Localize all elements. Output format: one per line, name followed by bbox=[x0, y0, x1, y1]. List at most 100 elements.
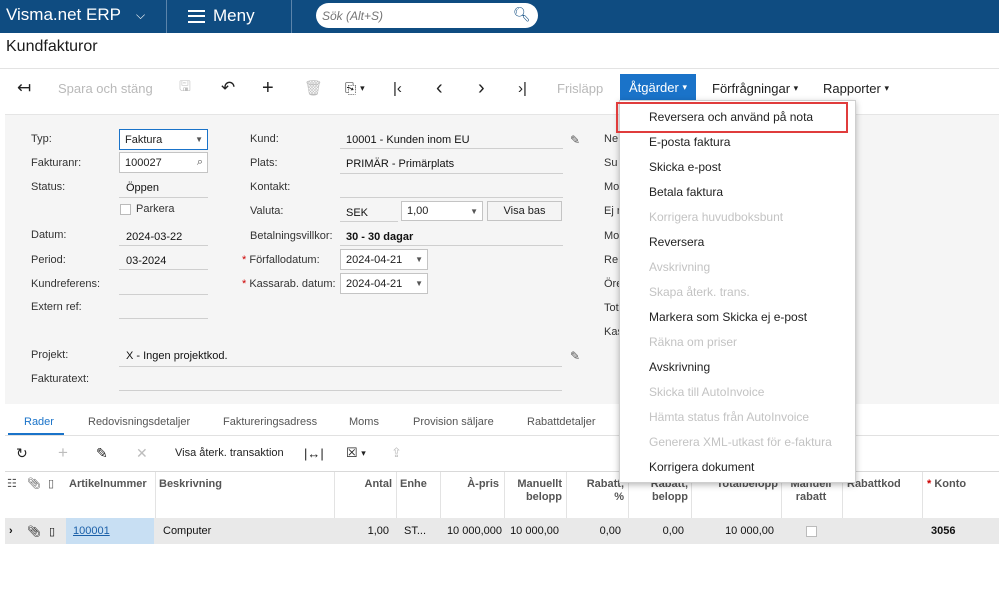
reports-button[interactable]: Rapporter ▾ bbox=[823, 74, 889, 102]
inquiries-button[interactable]: Förfrågningar ▾ bbox=[712, 74, 798, 102]
column-header-unit[interactable]: Enhe bbox=[400, 478, 427, 491]
actions-menu-item[interactable]: Betala faktura bbox=[649, 185, 723, 199]
row-selector-icon[interactable]: › bbox=[9, 525, 13, 537]
delete-row-icon[interactable]: ✕ bbox=[136, 442, 148, 464]
delete-icon[interactable]: 🗑︎ bbox=[304, 74, 323, 102]
add-icon[interactable]: + bbox=[262, 74, 274, 102]
actions-button[interactable]: Åtgärder ▾ bbox=[620, 74, 696, 101]
period-field[interactable]: 03-2024 bbox=[126, 255, 166, 267]
view-base-button[interactable]: Visa bas bbox=[487, 201, 562, 221]
chevron-down-icon[interactable]: ⌵ bbox=[136, 8, 145, 23]
right-label: Mo bbox=[604, 181, 620, 193]
tab-billing-address[interactable]: Faktureringsadress bbox=[223, 416, 317, 428]
divider bbox=[922, 472, 923, 518]
inquiries-label: Förfrågningar bbox=[712, 80, 791, 96]
chevron-down-icon: ▾ bbox=[682, 82, 688, 92]
item-link[interactable]: 100001 bbox=[73, 525, 110, 537]
tab-rows[interactable]: Rader bbox=[24, 416, 54, 428]
unit-price-cell[interactable]: 10 000,000 bbox=[442, 525, 502, 537]
column-header-description[interactable]: Beskrivning bbox=[159, 478, 222, 491]
type-select[interactable]: Faktura ▼ bbox=[119, 129, 208, 150]
actions-menu-item: Avskrivning bbox=[649, 260, 711, 274]
description-cell[interactable]: Computer bbox=[163, 525, 211, 537]
location-field[interactable]: PRIMÄR - Primärplats bbox=[346, 158, 454, 170]
save-close-button[interactable]: Spara och stäng bbox=[58, 74, 153, 102]
external-ref-field[interactable] bbox=[119, 318, 208, 319]
edit-icon[interactable]: ✎ bbox=[96, 442, 108, 464]
highlight-box bbox=[616, 102, 848, 133]
total-cell[interactable]: 10 000,00 bbox=[695, 525, 774, 537]
cash-discount-date-field[interactable]: 2024-04-21 ▼ bbox=[340, 273, 428, 294]
tab-discount-details[interactable]: Rabattdetaljer bbox=[527, 416, 596, 428]
edit-icon[interactable]: ✎ bbox=[570, 133, 580, 147]
actions-menu-item[interactable]: E-posta faktura bbox=[649, 135, 730, 149]
search-icon[interactable]: 🔍︎ bbox=[513, 6, 531, 23]
search-input[interactable] bbox=[316, 3, 538, 28]
discount-percent-cell[interactable]: 0,00 bbox=[570, 525, 621, 537]
upload-icon[interactable]: ⇪ bbox=[391, 442, 402, 464]
attachment-icon[interactable]: 📎︎ bbox=[27, 525, 41, 538]
edit-icon[interactable]: ✎ bbox=[570, 349, 580, 363]
invoice-no-field[interactable]: 100027 ⌕ bbox=[119, 152, 208, 173]
due-date-value: 2024-04-21 bbox=[346, 253, 403, 266]
copy-paste-icon[interactable]: ⎘ ▾ bbox=[345, 74, 365, 102]
actions-menu-item[interactable]: Reversera bbox=[649, 235, 704, 249]
next-icon[interactable]: › bbox=[478, 74, 485, 102]
release-button[interactable]: Frisläpp bbox=[557, 74, 603, 102]
menu-button[interactable]: Meny bbox=[188, 6, 255, 26]
cash-discount-date-label: * Kassarab. datum: bbox=[242, 278, 336, 290]
tab-commission[interactable]: Provision säljare bbox=[413, 416, 494, 428]
column-header-manual-amount[interactable]: Manuellt belopp bbox=[508, 478, 562, 504]
column-header-item[interactable]: Artikelnummer bbox=[69, 478, 147, 491]
actions-menu-item[interactable]: Avskrivning bbox=[649, 360, 710, 374]
discount-amount-cell[interactable]: 0,00 bbox=[632, 525, 684, 537]
terms-field[interactable]: 30 - 30 dagar bbox=[346, 231, 413, 243]
export-excel-icon[interactable]: ☒ ▾ bbox=[346, 442, 366, 464]
divider bbox=[566, 472, 567, 518]
invoice-text-field[interactable] bbox=[119, 390, 562, 391]
last-record-icon[interactable]: ›| bbox=[518, 74, 527, 102]
manual-amount-cell[interactable]: 10 000,00 bbox=[506, 525, 559, 537]
save-icon[interactable]: 🖫︎ bbox=[179, 74, 191, 102]
date-field[interactable]: 2024-03-22 bbox=[126, 231, 182, 243]
tab-vat[interactable]: Moms bbox=[349, 416, 379, 428]
chevron-down-icon: ▼ bbox=[470, 207, 478, 216]
search-icon[interactable]: ⌕ bbox=[197, 156, 203, 169]
back-icon[interactable]: ↤ bbox=[17, 74, 31, 102]
hold-checkbox[interactable] bbox=[120, 204, 131, 215]
brand-name[interactable]: Visma.net ERP bbox=[6, 5, 121, 25]
tab-accounting[interactable]: Redovisningsdetaljer bbox=[88, 416, 190, 428]
previous-icon[interactable]: ‹ bbox=[436, 74, 443, 102]
divider bbox=[119, 269, 208, 270]
add-row-icon[interactable]: + bbox=[58, 442, 68, 464]
currency-field[interactable]: SEK bbox=[346, 207, 368, 219]
due-date-field[interactable]: 2024-04-21 ▼ bbox=[340, 249, 428, 270]
unit-cell[interactable]: ST... bbox=[404, 525, 426, 537]
note-icon[interactable]: ▯ bbox=[49, 525, 55, 538]
exchange-rate-select[interactable]: 1,00 ▼ bbox=[401, 201, 483, 221]
customer-field[interactable]: 10001 - Kunden inom EU bbox=[346, 134, 470, 146]
status-value: Öppen bbox=[126, 182, 160, 194]
grid-settings-icon[interactable]: ☷ bbox=[7, 478, 17, 491]
column-header-discount-percent[interactable]: Rabatt,% bbox=[570, 478, 624, 504]
undo-icon[interactable]: ↶ bbox=[221, 74, 235, 102]
project-field[interactable]: X - Ingen projektkod. bbox=[126, 350, 228, 362]
fit-columns-icon[interactable]: |↔| bbox=[304, 442, 324, 464]
actions-menu-item[interactable]: Skicka e-post bbox=[649, 160, 721, 174]
account-cell[interactable]: 3056 bbox=[931, 525, 955, 537]
column-header-quantity[interactable]: Antal bbox=[340, 478, 393, 491]
column-header-unit-price[interactable]: À-pris bbox=[444, 478, 499, 491]
first-record-icon[interactable]: |‹ bbox=[393, 74, 402, 102]
actions-menu-item[interactable]: Korrigera dokument bbox=[649, 460, 754, 474]
contact-field[interactable] bbox=[340, 197, 563, 198]
customer-ref-field[interactable] bbox=[119, 294, 208, 295]
quantity-cell[interactable]: 1,00 bbox=[340, 525, 389, 537]
column-header-account[interactable]: * Konto bbox=[927, 478, 966, 491]
table-row[interactable] bbox=[5, 518, 999, 544]
location-label: Plats: bbox=[250, 157, 278, 169]
view-reversal-button[interactable]: Visa återk. transaktion bbox=[175, 442, 284, 464]
actions-menu-item[interactable]: Markera som Skicka ej e-post bbox=[649, 310, 807, 324]
refresh-icon[interactable]: ↻ bbox=[16, 442, 28, 464]
manual-discount-checkbox[interactable] bbox=[806, 526, 817, 537]
chevron-down-icon: ▼ bbox=[415, 279, 423, 288]
